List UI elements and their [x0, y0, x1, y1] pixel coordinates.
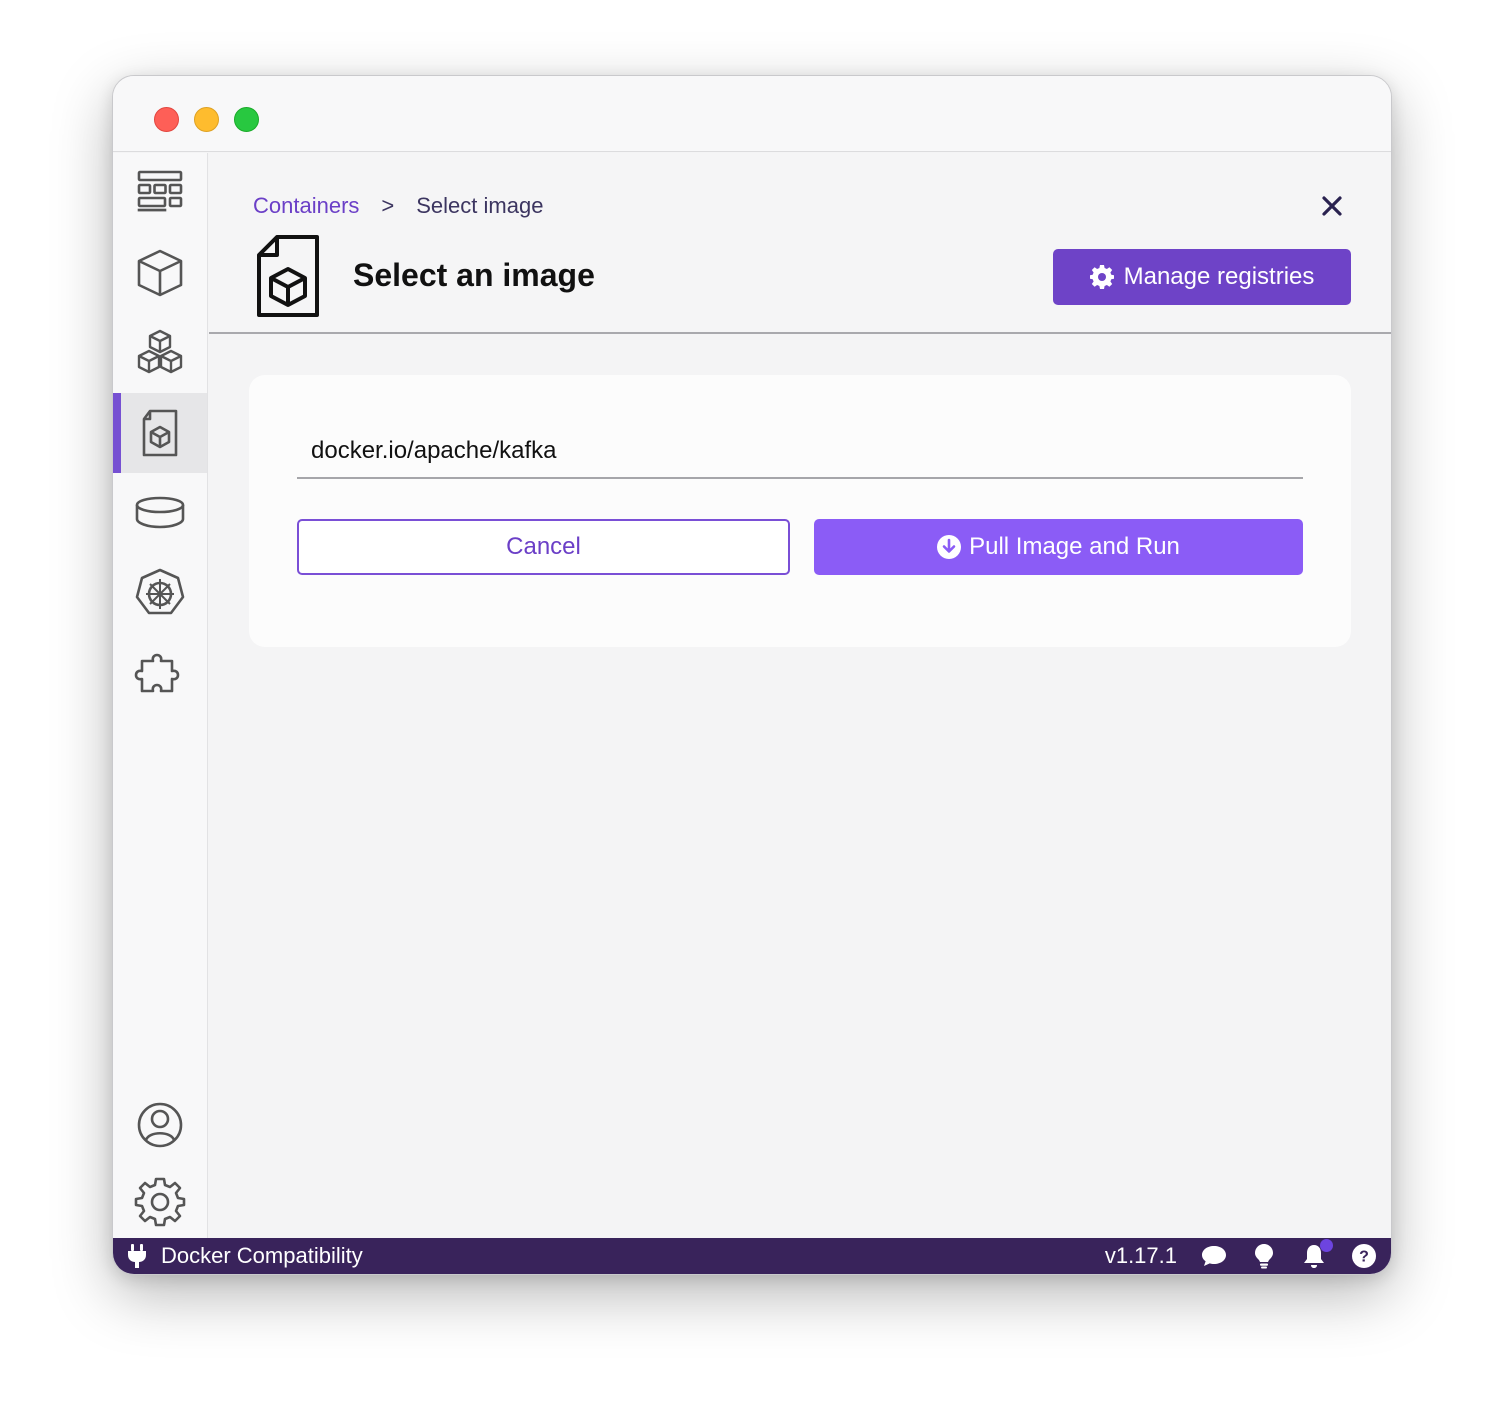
select-image-card: Cancel Pull Image and Run — [249, 375, 1351, 647]
settings-icon — [134, 1177, 186, 1227]
containers-icon — [137, 249, 183, 297]
lightbulb-icon — [1255, 1244, 1273, 1269]
version-label: v1.17.1 — [1104, 1243, 1177, 1268]
download-circle-icon — [937, 535, 962, 559]
help-icon: ? — [1352, 1244, 1376, 1268]
notifications-button[interactable] — [1301, 1239, 1333, 1269]
docker-compatibility-button[interactable]: Docker Compatibility — [127, 1238, 363, 1274]
sidebar-item-kubernetes[interactable] — [113, 553, 207, 633]
tips-button[interactable] — [1251, 1243, 1277, 1269]
breadcrumb-current: Select image — [416, 193, 544, 218]
close-button[interactable] — [1319, 193, 1345, 219]
manage-registries-button[interactable]: Manage registries — [1053, 249, 1351, 305]
main-content: Containers > Select image Select an imag… — [209, 153, 1391, 1238]
notification-badge — [1320, 1239, 1333, 1252]
sidebar-item-dashboard[interactable] — [113, 153, 207, 233]
page-title: Select an image — [353, 257, 595, 293]
docker-compatibility-label: Docker Compatibility — [161, 1243, 363, 1268]
sidebar-item-pods[interactable] — [113, 313, 207, 393]
image-name-input[interactable] — [297, 425, 1303, 479]
gear-icon — [1089, 265, 1114, 289]
breadcrumb-containers-link[interactable]: Containers — [253, 193, 359, 219]
manage-registries-label: Manage registries — [1123, 263, 1315, 290]
images-icon — [142, 409, 178, 457]
status-bar: Docker Compatibility v1.17.1 ? — [113, 1238, 1391, 1274]
sidebar — [113, 153, 208, 1238]
account-icon — [137, 1102, 183, 1148]
window-close-button[interactable] — [154, 107, 179, 132]
pull-image-and-run-label: Pull Image and Run — [969, 533, 1180, 560]
pods-icon — [137, 329, 183, 374]
chat-bubble-icon — [1202, 1246, 1226, 1266]
sidebar-item-images[interactable] — [113, 393, 207, 473]
sidebar-item-extensions[interactable] — [113, 633, 207, 713]
extensions-icon — [134, 653, 180, 693]
dashboard-icon — [137, 170, 183, 212]
sidebar-item-containers[interactable] — [113, 233, 207, 313]
breadcrumb: Containers > Select image — [253, 193, 543, 219]
sidebar-item-account[interactable] — [113, 1085, 207, 1165]
window-minimize-button[interactable] — [194, 107, 219, 132]
volumes-icon — [135, 496, 185, 529]
sidebar-item-settings[interactable] — [113, 1161, 207, 1241]
page-header: Containers > Select image Select an imag… — [209, 153, 1391, 334]
sidebar-item-volumes[interactable] — [113, 473, 207, 553]
plug-icon — [128, 1244, 146, 1268]
image-file-icon — [257, 235, 319, 317]
feedback-button[interactable] — [1201, 1243, 1227, 1269]
app-window: Containers > Select image Select an imag… — [112, 75, 1392, 1275]
pull-image-and-run-button[interactable]: Pull Image and Run — [814, 519, 1303, 575]
close-icon — [1322, 196, 1342, 216]
svg-text:?: ? — [1359, 1249, 1369, 1266]
status-bar-right: v1.17.1 ? — [1105, 1238, 1377, 1274]
window-maximize-button[interactable] — [234, 107, 259, 132]
breadcrumb-separator: > — [381, 193, 395, 218]
help-button[interactable]: ? — [1351, 1243, 1377, 1269]
cancel-button[interactable]: Cancel — [297, 519, 790, 575]
title-bar — [113, 76, 1391, 152]
kubernetes-icon — [135, 568, 185, 615]
